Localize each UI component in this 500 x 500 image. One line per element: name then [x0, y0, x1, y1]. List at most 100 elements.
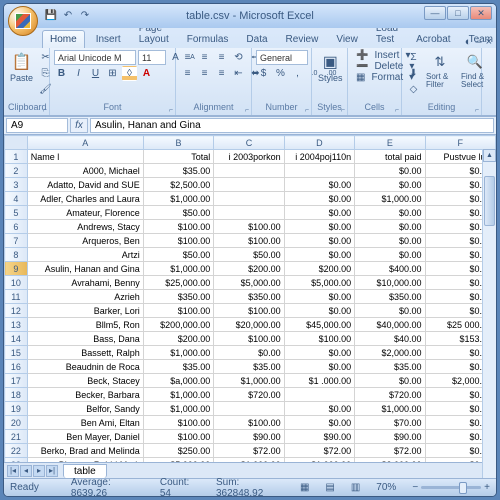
- cell[interactable]: $0.00: [355, 234, 425, 248]
- first-sheet-icon[interactable]: |◂: [7, 465, 19, 477]
- scroll-thumb[interactable]: [484, 176, 495, 226]
- cell[interactable]: Ben Ami, Eltan: [27, 416, 143, 430]
- cell[interactable]: $0.00: [284, 206, 354, 220]
- cell[interactable]: Beck, Stacey: [27, 374, 143, 388]
- cell[interactable]: $100.00: [284, 332, 354, 346]
- tab-data[interactable]: Data: [239, 31, 274, 48]
- redo-icon[interactable]: ↷: [78, 8, 92, 22]
- cell[interactable]: $0.00: [355, 206, 425, 220]
- cell[interactable]: $200.00: [284, 262, 354, 276]
- cell[interactable]: $25,000.00: [143, 276, 213, 290]
- cell[interactable]: $20,000.00: [214, 318, 284, 332]
- row-header[interactable]: 16: [5, 360, 28, 374]
- cell[interactable]: Adler, Charles and Laura: [27, 192, 143, 206]
- row-header[interactable]: 1: [5, 150, 28, 164]
- tab-insert[interactable]: Insert: [89, 31, 128, 48]
- cell[interactable]: Name l: [27, 150, 143, 164]
- cell[interactable]: $0.00: [284, 416, 354, 430]
- cell[interactable]: $100.00: [214, 234, 284, 248]
- tab-review[interactable]: Review: [279, 31, 326, 48]
- cell[interactable]: $0.00: [284, 402, 354, 416]
- cell[interactable]: $0.00: [284, 290, 354, 304]
- cell[interactable]: $35.00: [214, 360, 284, 374]
- cell[interactable]: $0.00: [355, 164, 425, 178]
- maximize-button[interactable]: □: [447, 6, 469, 20]
- cell[interactable]: $5,000.00: [284, 276, 354, 290]
- orientation-icon[interactable]: ⟲: [231, 50, 246, 65]
- last-sheet-icon[interactable]: ▸|: [46, 465, 58, 477]
- cell[interactable]: $1,000.00: [355, 192, 425, 206]
- cell[interactable]: Asulin, Hanan and Gina: [27, 262, 143, 276]
- row-header[interactable]: 4: [5, 192, 28, 206]
- tab-view[interactable]: View: [329, 31, 365, 48]
- row-header[interactable]: 6: [5, 220, 28, 234]
- name-box[interactable]: A9: [6, 118, 68, 133]
- cell[interactable]: $2,500.00: [143, 178, 213, 192]
- cell[interactable]: $100.00: [214, 220, 284, 234]
- cell[interactable]: $0.00: [284, 346, 354, 360]
- prev-sheet-icon[interactable]: ◂: [20, 465, 32, 477]
- cell[interactable]: $1,000.00: [143, 262, 213, 276]
- paste-button[interactable]: 📋 Paste: [8, 50, 35, 85]
- cell[interactable]: Arqueros, Ben: [27, 234, 143, 248]
- zoom-out-icon[interactable]: −: [412, 482, 418, 493]
- number-format-combo[interactable]: General: [256, 50, 308, 65]
- align-top-icon[interactable]: ≡: [180, 50, 195, 65]
- tab-acrobat[interactable]: Acrobat: [409, 31, 457, 48]
- cell[interactable]: $10,000.00: [355, 276, 425, 290]
- font-color-icon[interactable]: A: [139, 66, 154, 81]
- cell[interactable]: $50.00: [143, 248, 213, 262]
- cell[interactable]: $50.00: [214, 248, 284, 262]
- cell[interactable]: $100.00: [214, 332, 284, 346]
- cell[interactable]: $35.00: [143, 360, 213, 374]
- row-header[interactable]: 8: [5, 248, 28, 262]
- cell[interactable]: [284, 164, 354, 178]
- fill-icon[interactable]: ⬇: [406, 66, 421, 81]
- view-normal-icon[interactable]: ▦: [300, 482, 309, 493]
- select-all-corner[interactable]: [5, 136, 28, 150]
- cell[interactable]: $2,000.00: [355, 346, 425, 360]
- cell[interactable]: $100.00: [143, 304, 213, 318]
- row-header[interactable]: 11: [5, 290, 28, 304]
- zoom-in-icon[interactable]: +: [484, 482, 490, 493]
- row-header[interactable]: 17: [5, 374, 28, 388]
- formula-input[interactable]: Asulin, Hanan and Gina: [90, 118, 494, 133]
- close-button[interactable]: ✕: [470, 6, 492, 20]
- column-header-D[interactable]: D: [284, 136, 354, 150]
- cell[interactable]: $1,000.00: [355, 402, 425, 416]
- underline-button[interactable]: U: [88, 66, 103, 81]
- cell[interactable]: $35.00: [355, 360, 425, 374]
- cell[interactable]: $720.00: [214, 388, 284, 402]
- cell[interactable]: Bassett, Ralph: [27, 346, 143, 360]
- cell[interactable]: Azrieh: [27, 290, 143, 304]
- cell[interactable]: $a,000.00: [143, 374, 213, 388]
- cell[interactable]: $45,000.00: [284, 318, 354, 332]
- zoom-level[interactable]: 70%: [376, 482, 396, 493]
- cell[interactable]: $200,000.00: [143, 318, 213, 332]
- cell[interactable]: [214, 206, 284, 220]
- align-right-icon[interactable]: ≡: [214, 66, 229, 81]
- cell[interactable]: $350.00: [143, 290, 213, 304]
- column-header-E[interactable]: E: [355, 136, 425, 150]
- ribbon-close-icon[interactable]: ×: [486, 36, 492, 48]
- view-break-icon[interactable]: ▥: [351, 482, 360, 493]
- cell[interactable]: $1,000.00: [143, 388, 213, 402]
- cell[interactable]: $35.00: [143, 164, 213, 178]
- cell[interactable]: $0.00: [355, 248, 425, 262]
- cell[interactable]: $200.00: [143, 332, 213, 346]
- cell[interactable]: $5,000.00: [214, 276, 284, 290]
- cell[interactable]: $1,000.00: [143, 192, 213, 206]
- align-middle-icon[interactable]: ≡: [197, 50, 212, 65]
- currency-icon[interactable]: $: [256, 66, 271, 81]
- cell[interactable]: $100.00: [214, 416, 284, 430]
- cell[interactable]: Andrews, Stacy: [27, 220, 143, 234]
- row-header[interactable]: 19: [5, 402, 28, 416]
- cell[interactable]: $0.00: [284, 304, 354, 318]
- cell[interactable]: [214, 192, 284, 206]
- row-header[interactable]: 22: [5, 444, 28, 458]
- cell[interactable]: $1,000.00: [143, 346, 213, 360]
- save-icon[interactable]: 💾: [44, 8, 58, 22]
- row-header[interactable]: 5: [5, 206, 28, 220]
- cell[interactable]: Bllm5, Ron: [27, 318, 143, 332]
- fill-color-icon[interactable]: ◊: [122, 66, 137, 81]
